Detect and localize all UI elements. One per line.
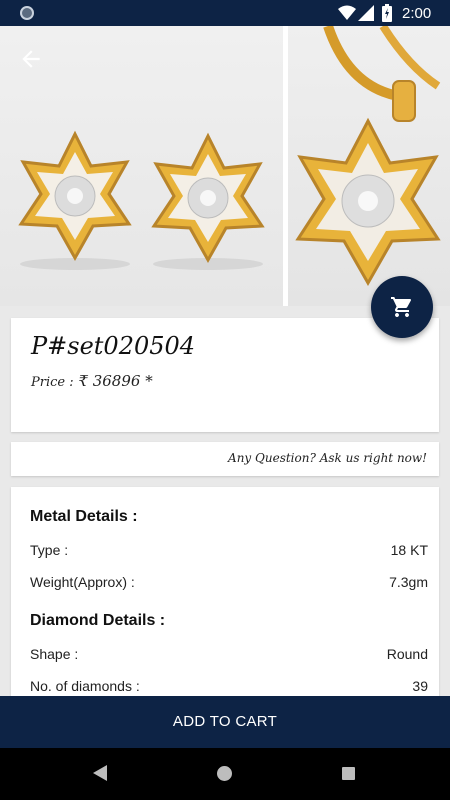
- product-image-secondary[interactable]: [288, 26, 450, 306]
- detail-value: Round: [386, 646, 428, 662]
- detail-value: 7.3gm: [389, 574, 428, 590]
- back-arrow-icon[interactable]: [18, 46, 44, 72]
- nav-home-icon[interactable]: [217, 766, 232, 781]
- cart-fab-button[interactable]: [371, 276, 433, 338]
- detail-value: 39: [412, 678, 428, 694]
- details-card: Metal Details : Type : 18 KT Weight(Appr…: [11, 487, 439, 707]
- metal-details-title: Metal Details :: [30, 508, 138, 525]
- status-bar: 2:00: [0, 0, 450, 26]
- detail-row: No. of diamonds : 39: [30, 678, 428, 694]
- cart-icon: [391, 297, 412, 317]
- ask-question-card[interactable]: Any Question? Ask us right now!: [11, 442, 439, 476]
- status-time: 2:00: [402, 5, 432, 22]
- price-label: Price :: [31, 375, 74, 390]
- detail-row: Type : 18 KT: [30, 542, 428, 558]
- battery-icon: [382, 4, 392, 22]
- system-nav-bar: [0, 748, 450, 800]
- detail-label: No. of diamonds :: [30, 678, 140, 694]
- detail-label: Type :: [30, 542, 69, 558]
- nav-back-icon[interactable]: [93, 765, 107, 781]
- signal-icon: [358, 5, 374, 21]
- product-image-gallery[interactable]: [0, 26, 450, 306]
- detail-row: Shape : Round: [30, 646, 428, 662]
- detail-label: Shape :: [30, 646, 79, 662]
- add-to-cart-button[interactable]: ADD TO CART: [0, 696, 450, 748]
- nav-recent-icon[interactable]: [342, 767, 355, 780]
- detail-label: Weight(Approx) :: [30, 574, 135, 590]
- ask-question-link[interactable]: Any Question? Ask us right now!: [228, 451, 427, 465]
- wifi-icon: [338, 5, 356, 20]
- product-image-main[interactable]: [0, 26, 283, 306]
- product-code: P#set020504: [31, 332, 196, 360]
- price-value: ₹ 36896 *: [78, 372, 153, 390]
- price-line: Price : ₹ 36896 *: [31, 372, 153, 390]
- detail-value: 18 KT: [390, 542, 428, 558]
- pendant-image: [295, 26, 441, 287]
- notification-circle-icon: [20, 6, 34, 20]
- product-title-card: P#set020504 Price : ₹ 36896 *: [11, 318, 439, 432]
- detail-row: Weight(Approx) : 7.3gm: [30, 574, 428, 590]
- diamond-details-title: Diamond Details :: [30, 612, 166, 629]
